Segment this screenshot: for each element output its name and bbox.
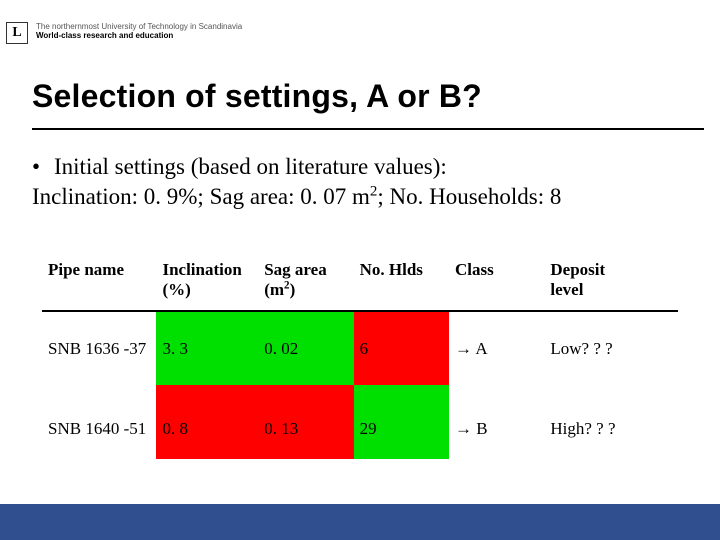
cell-class: → A bbox=[449, 311, 544, 385]
body-line2-post: ; No. Households: 8 bbox=[377, 184, 561, 209]
data-table: Pipe name Inclination (%) Sag area (m2) … bbox=[42, 250, 678, 459]
cell-deposit: Low? ? ? bbox=[544, 311, 678, 385]
logo-box: L bbox=[6, 22, 28, 44]
th-no-hlds: No. Hlds bbox=[354, 250, 449, 311]
tagline-line1: The northernmost University of Technolog… bbox=[36, 22, 242, 31]
table-row: SNB 1640 -51 0. 8 0. 13 29 → B High? ? ? bbox=[42, 385, 678, 459]
tagline-line2: World-class research and education bbox=[36, 31, 242, 40]
cell-class: → B bbox=[449, 385, 544, 459]
data-table-wrap: Pipe name Inclination (%) Sag area (m2) … bbox=[42, 250, 678, 459]
th-class: Class bbox=[449, 250, 544, 311]
arrow-icon: → bbox=[455, 419, 472, 438]
th-deposit-l2: level bbox=[550, 280, 583, 299]
th-sag-l1: Sag area bbox=[264, 260, 327, 279]
title-underline bbox=[32, 128, 704, 130]
cell-pipe-name: SNB 1636 -37 bbox=[42, 311, 156, 385]
bullet-dot: • bbox=[32, 152, 54, 182]
cell-hlds: 6 bbox=[354, 311, 449, 385]
bullet-text: Initial settings (based on literature va… bbox=[54, 152, 447, 182]
class-letter: A bbox=[475, 339, 487, 358]
th-sag-area: Sag area (m2) bbox=[258, 250, 353, 311]
page-title: Selection of settings, A or B? bbox=[32, 78, 482, 115]
cell-pipe-name: SNB 1640 -51 bbox=[42, 385, 156, 459]
cell-sag: 0. 02 bbox=[258, 311, 353, 385]
th-deposit: Deposit level bbox=[544, 250, 678, 311]
th-sag-l2-pre: (m bbox=[264, 280, 284, 299]
cell-inclination: 0. 8 bbox=[156, 385, 258, 459]
th-deposit-l1: Deposit bbox=[550, 260, 605, 279]
body-line2: Inclination: 0. 9%; Sag area: 0. 07 m2; … bbox=[32, 182, 690, 212]
logo-letter: L bbox=[12, 25, 21, 41]
table-header-row: Pipe name Inclination (%) Sag area (m2) … bbox=[42, 250, 678, 311]
th-inclination-l2: (%) bbox=[162, 280, 190, 299]
body-line2-pre: Inclination: 0. 9%; Sag area: 0. 07 m bbox=[32, 184, 370, 209]
th-sag-l2-post: ) bbox=[290, 280, 296, 299]
table-row: SNB 1636 -37 3. 3 0. 02 6 → A Low? ? ? bbox=[42, 311, 678, 385]
cell-hlds: 29 bbox=[354, 385, 449, 459]
th-pipe-name: Pipe name bbox=[42, 250, 156, 311]
body-text: • Initial settings (based on literature … bbox=[32, 152, 690, 212]
header-tagline: The northernmost University of Technolog… bbox=[36, 22, 242, 40]
header-strip: L The northernmost University of Technol… bbox=[0, 22, 720, 46]
th-inclination: Inclination (%) bbox=[156, 250, 258, 311]
cell-sag: 0. 13 bbox=[258, 385, 353, 459]
bullet-line: • Initial settings (based on literature … bbox=[32, 152, 690, 182]
th-inclination-l1: Inclination bbox=[162, 260, 241, 279]
cell-inclination: 3. 3 bbox=[156, 311, 258, 385]
bottom-bar bbox=[0, 504, 720, 540]
cell-deposit: High? ? ? bbox=[544, 385, 678, 459]
class-letter: B bbox=[476, 419, 487, 438]
arrow-icon: → bbox=[455, 339, 472, 358]
